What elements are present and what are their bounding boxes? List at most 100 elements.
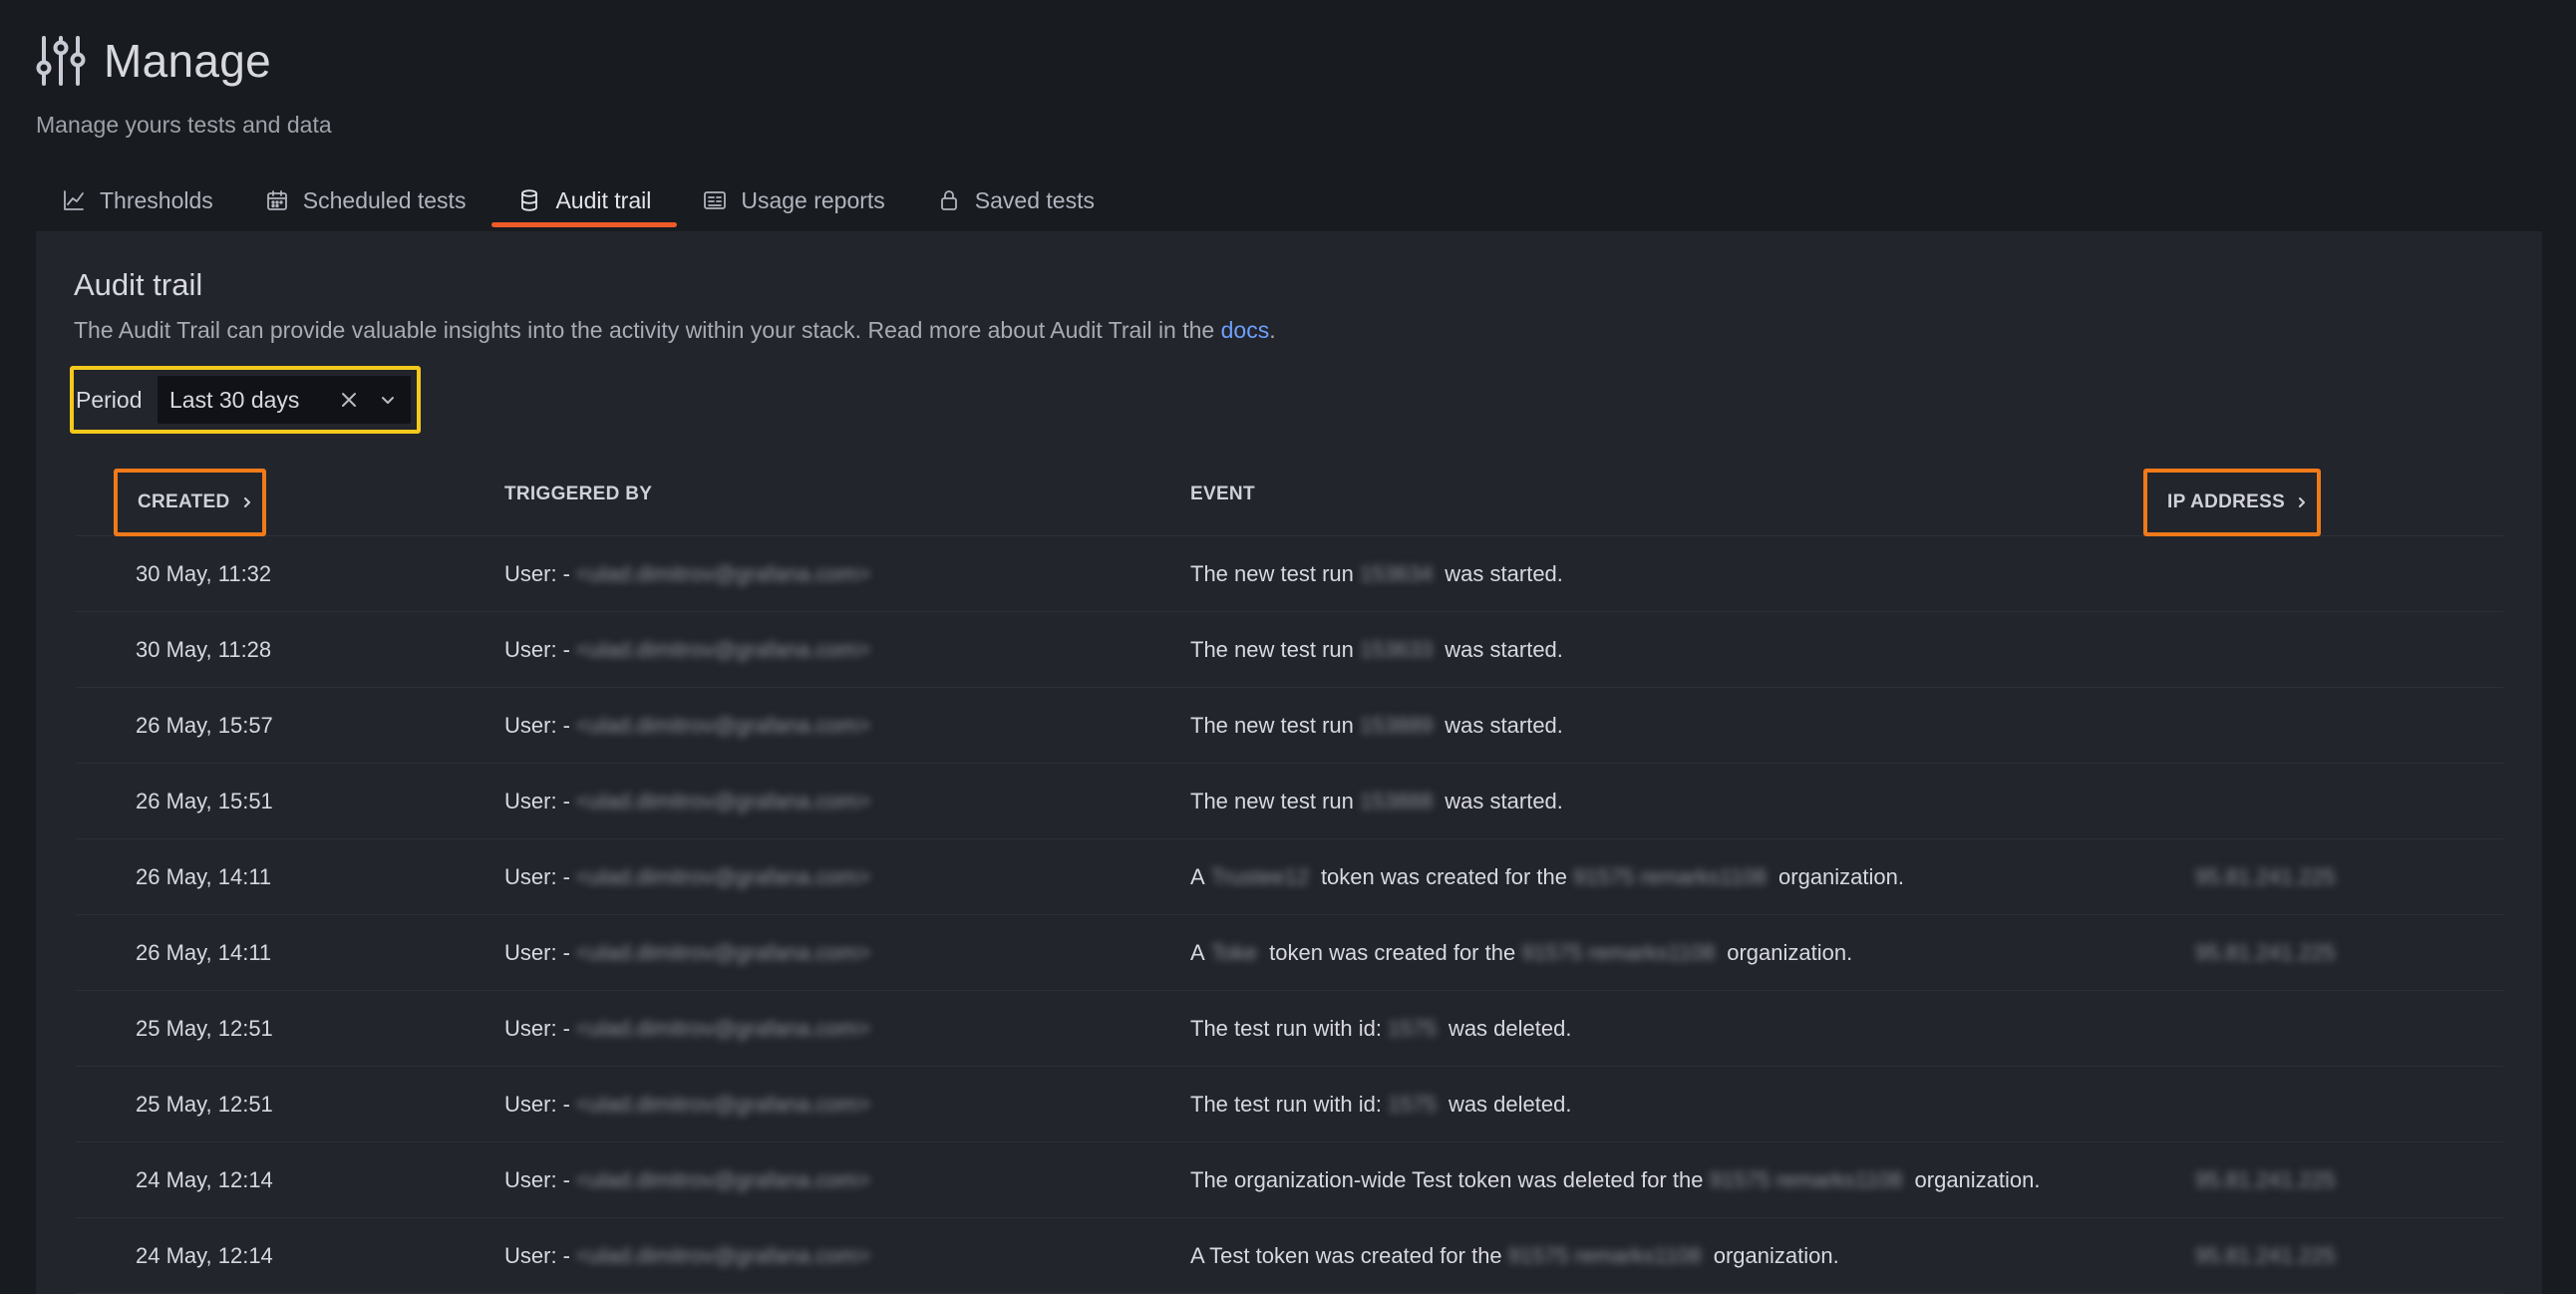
- event-cell: A Test token was created for the 91575 re…: [1190, 1218, 1839, 1294]
- redacted-ip: 95.81.241.225: [2195, 1243, 2336, 1268]
- created-cell: 25 May, 12:51: [136, 1092, 273, 1117]
- column-header-ip-address[interactable]: IP ADDRESS: [2143, 469, 2322, 536]
- redacted-value: 1575: [1387, 1016, 1437, 1041]
- tab-bar: Thresholds Scheduled tests Audit trail U…: [36, 177, 1121, 229]
- column-header-triggered-by: TRIGGERED BY: [504, 484, 653, 504]
- tab-usage-reports[interactable]: Usage reports: [677, 177, 910, 223]
- tab-label: Thresholds: [100, 186, 213, 213]
- period-label: Period: [76, 386, 143, 413]
- column-label: IP ADDRESS: [2167, 491, 2286, 512]
- created-cell: 26 May, 14:11: [136, 940, 272, 965]
- redacted-email: <ulad.dimitrov@grafana.com>: [576, 1167, 871, 1192]
- redacted-value: Trustee12: [1210, 864, 1309, 889]
- redacted-email: <ulad.dimitrov@grafana.com>: [576, 1016, 871, 1041]
- redacted-email: <ulad.dimitrov@grafana.com>: [576, 1092, 871, 1117]
- event-cell: The organization-wide Test token was del…: [1190, 1142, 2041, 1218]
- event-text: was deleted.: [1448, 1016, 1572, 1041]
- tab-audit-trail[interactable]: Audit trail: [491, 177, 678, 227]
- period-select[interactable]: Last 30 days: [158, 376, 411, 424]
- table-row: 30 May, 11:32 User: - <ulad.dimitrov@grafa…: [76, 536, 2503, 612]
- table-row: 24 May, 12:14 User: - <ulad.dimitrov@grafa…: [76, 1142, 2503, 1218]
- report-icon: [704, 191, 727, 209]
- redacted-value: 153634: [1359, 561, 1434, 586]
- chevron-down-icon[interactable]: [379, 391, 397, 409]
- table-row: 25 May, 12:51 User: - <ulad.dimitrov@grafa…: [76, 1067, 2503, 1142]
- event-text: The new test run: [1190, 713, 1354, 738]
- event-cell: The new test run 153634 was started.: [1190, 536, 1563, 612]
- event-text: The test run with id:: [1190, 1016, 1382, 1041]
- triggered-by-prefix: User: -: [504, 1016, 570, 1041]
- event-text: was started.: [1445, 713, 1563, 738]
- table-row: 26 May, 14:11 User: - <ulad.dimitrov@grafa…: [76, 915, 2503, 991]
- redacted-email: <ulad.dimitrov@grafana.com>: [576, 1243, 871, 1268]
- event-text: The organization-wide Test token was del…: [1190, 1167, 1704, 1192]
- redacted-email: <ulad.dimitrov@grafana.com>: [576, 713, 871, 738]
- tab-saved-tests[interactable]: Saved tests: [911, 177, 1121, 223]
- created-cell: 24 May, 12:14: [136, 1243, 273, 1268]
- created-cell: 26 May, 14:11: [136, 864, 272, 889]
- redacted-email: <ulad.dimitrov@grafana.com>: [576, 940, 871, 965]
- event-text: A Test token was created for the: [1190, 1243, 1502, 1268]
- close-icon[interactable]: [339, 390, 359, 410]
- column-header-created[interactable]: CREATED: [114, 469, 266, 536]
- created-cell: 26 May, 15:51: [136, 789, 273, 813]
- redacted-ip: 95.81.241.225: [2195, 864, 2336, 889]
- triggered-by-cell: User: - <ulad.dimitrov@grafana.com>: [504, 1142, 876, 1218]
- redacted-email: <ulad.dimitrov@grafana.com>: [576, 789, 871, 813]
- sliders-icon: [36, 36, 86, 86]
- table-body: 30 May, 11:32 User: - <ulad.dimitrov@grafa…: [76, 536, 2503, 1294]
- redacted-email: <ulad.dimitrov@grafana.com>: [576, 637, 871, 662]
- event-text: The new test run: [1190, 637, 1354, 662]
- redacted-value: 1575: [1387, 1092, 1437, 1117]
- page-header: Manage Manage yours tests and data: [36, 34, 332, 139]
- created-cell: 24 May, 12:14: [136, 1167, 273, 1192]
- event-text: organization.: [1778, 864, 1904, 889]
- event-text: A: [1190, 940, 1205, 965]
- event-text: token was created for the: [1320, 864, 1567, 889]
- triggered-by-prefix: User: -: [504, 561, 570, 586]
- redacted-email: <ulad.dimitrov@grafana.com>: [576, 561, 871, 586]
- table-row: 26 May, 14:11 User: - <ulad.dimitrov@grafa…: [76, 839, 2503, 915]
- event-cell: The new test run 153888 was started.: [1190, 764, 1563, 839]
- triggered-by-cell: User: - <ulad.dimitrov@grafana.com>: [504, 688, 876, 764]
- redacted-value: 153889: [1359, 713, 1434, 738]
- chevron-right-icon: [2299, 497, 2306, 507]
- redacted-value: 153633: [1359, 637, 1434, 662]
- ip-address-cell: 95.81.241.225: [2195, 839, 2336, 915]
- table-row: 30 May, 11:28 User: - <ulad.dimitrov@grafa…: [76, 612, 2503, 688]
- triggered-by-cell: User: - <ulad.dimitrov@grafana.com>: [504, 1067, 876, 1142]
- event-text: token was created for the: [1269, 940, 1516, 965]
- calendar-icon: [266, 190, 287, 210]
- triggered-by-prefix: User: -: [504, 713, 570, 738]
- column-label: CREATED: [138, 491, 230, 512]
- triggered-by-prefix: User: -: [504, 1167, 570, 1192]
- period-value: Last 30 days: [169, 386, 300, 413]
- event-text: was started.: [1445, 789, 1563, 813]
- redacted-ip: 95.81.241.225: [2195, 1167, 2336, 1192]
- table-header: CREATED TRIGGERED BY EVENT IP ADDRESS: [76, 453, 2503, 536]
- triggered-by-cell: User: - <ulad.dimitrov@grafana.com>: [504, 764, 876, 839]
- ip-address-cell: 95.81.241.225: [2195, 915, 2336, 991]
- event-cell: The new test run 153633 was started.: [1190, 612, 1563, 688]
- ip-address-cell: 95.81.241.225: [2195, 1218, 2336, 1294]
- table-row: 26 May, 15:57 User: - <ulad.dimitrov@grafa…: [76, 688, 2503, 764]
- triggered-by-prefix: User: -: [504, 637, 570, 662]
- triggered-by-prefix: User: -: [504, 940, 570, 965]
- event-text: A: [1190, 864, 1205, 889]
- section-description: The Audit Trail can provide valuable ins…: [74, 317, 1276, 344]
- tab-scheduled-tests[interactable]: Scheduled tests: [239, 177, 492, 223]
- page-title: Manage: [104, 35, 272, 87]
- lock-icon: [940, 190, 957, 210]
- event-cell: The test run with id: 1575 was deleted.: [1190, 991, 1571, 1067]
- docs-link[interactable]: docs: [1221, 317, 1270, 343]
- audit-trail-panel: Audit trail The Audit Trail can provide …: [36, 231, 2542, 1294]
- tab-thresholds[interactable]: Thresholds: [36, 177, 239, 223]
- event-text: The test run with id:: [1190, 1092, 1382, 1117]
- created-cell: 26 May, 15:57: [136, 713, 273, 738]
- event-text: The new test run: [1190, 561, 1354, 586]
- triggered-by-prefix: User: -: [504, 1243, 570, 1268]
- column-header-event: EVENT: [1190, 484, 1255, 504]
- page-subtitle: Manage yours tests and data: [36, 112, 332, 138]
- table-row: 24 May, 12:14 User: - <ulad.dimitrov@grafa…: [76, 1218, 2503, 1294]
- event-text: was started.: [1445, 561, 1563, 586]
